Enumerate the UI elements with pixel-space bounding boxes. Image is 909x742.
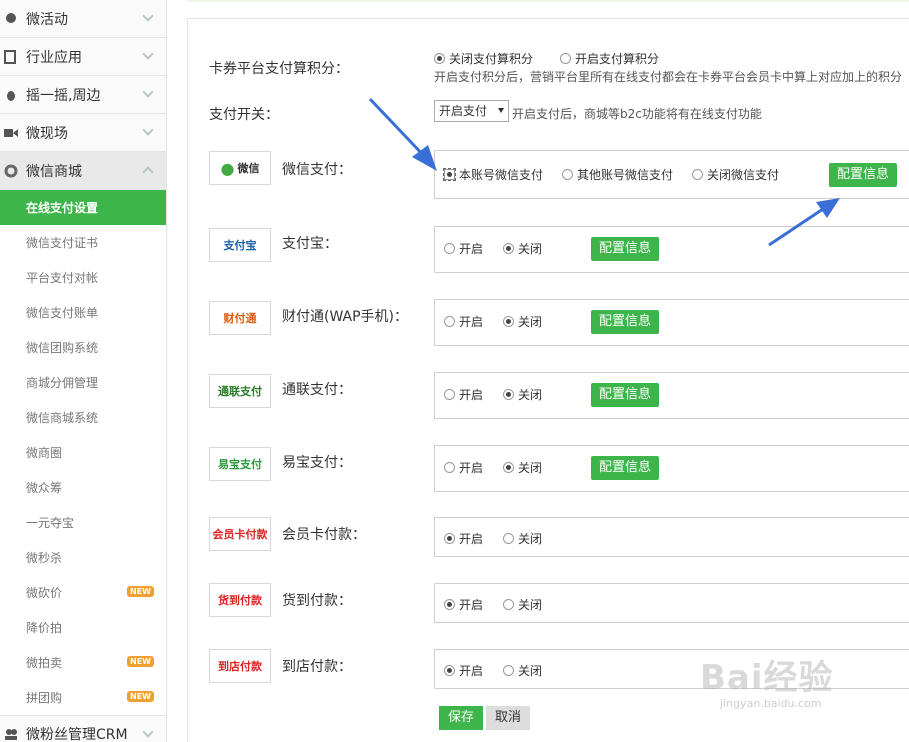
watermark-logo: Bai经验 <box>700 658 834 698</box>
cancel-button[interactable]: 取消 <box>486 706 530 730</box>
watermark-url: jingyan.baidu.com <box>720 697 822 710</box>
arrow-to-wechat-radio <box>368 97 437 171</box>
save-button[interactable]: 保存 <box>439 706 483 730</box>
annotation-arrows <box>368 97 840 247</box>
arrow-to-config-button <box>768 198 840 247</box>
